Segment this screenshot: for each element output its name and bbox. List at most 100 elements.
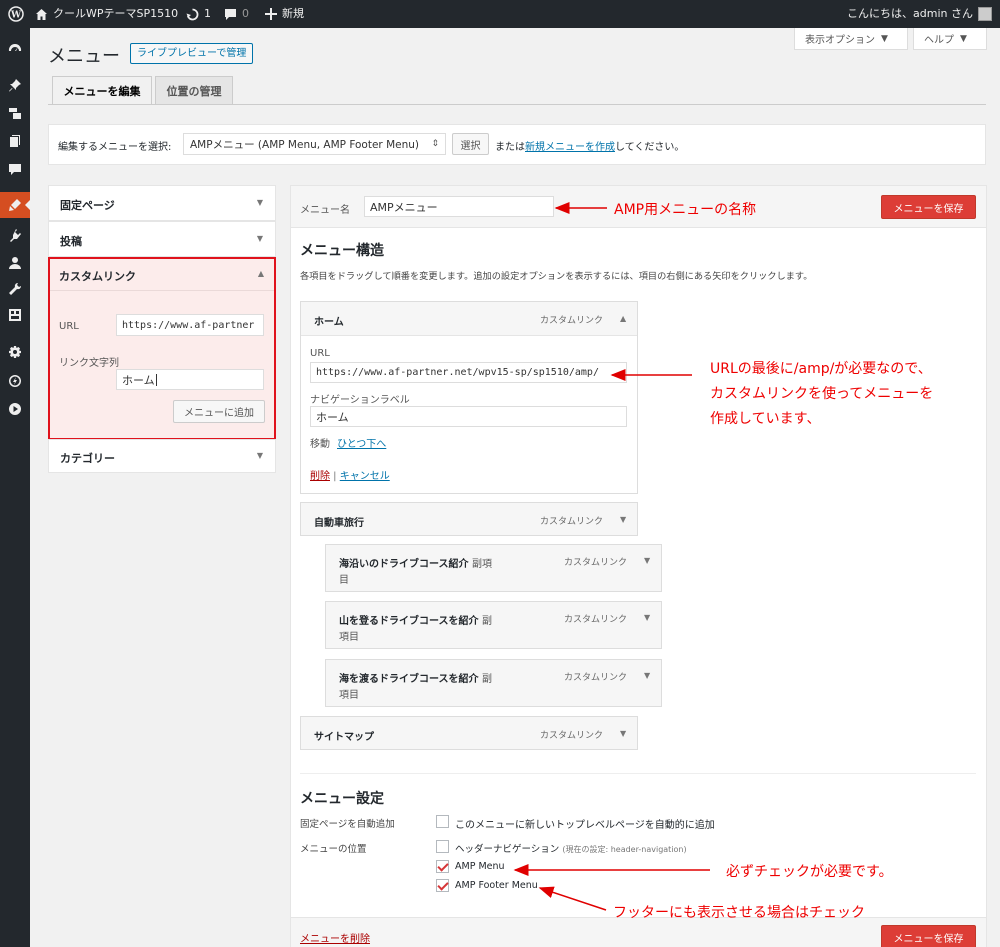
caret-down-icon[interactable]: ▼	[644, 556, 650, 565]
menu-item-title: ホーム	[314, 317, 344, 328]
add-to-menu-button[interactable]: メニューに追加	[173, 400, 265, 423]
updates-link[interactable]: 1	[186, 0, 211, 28]
new-content-link[interactable]: 新規	[265, 0, 304, 28]
select-arrows-icon: ⇕	[431, 139, 439, 149]
accordion-fixed-pages[interactable]: 固定ページ ▼	[48, 185, 276, 221]
appearance-icon[interactable]	[0, 192, 30, 218]
caret-down-icon[interactable]: ▼	[620, 729, 626, 738]
help-button[interactable]: ヘルプ ▼	[913, 28, 987, 50]
menu-item-type: カスタムリンク	[564, 615, 628, 625]
menu-item-sitemap[interactable]: サイトマップ カスタムリンク ▼	[300, 716, 638, 750]
accordion-title: 固定ページ	[60, 199, 115, 212]
tab-divider	[48, 104, 986, 105]
amp-menu-label: AMP Menu	[455, 861, 505, 872]
amp-footer-menu-label: AMP Footer Menu	[455, 880, 538, 891]
item-move-label: 移動	[310, 439, 330, 450]
comments-icon[interactable]	[0, 156, 30, 182]
menu-structure-description: 各項目をドラッグして順番を変更します。追加の設定オプションを表示するには、項目の…	[300, 271, 813, 282]
tab-edit-menus[interactable]: メニューを編集	[52, 76, 152, 104]
amp-menu-checkbox[interactable]	[436, 860, 449, 873]
live-preview-button[interactable]: ライブプレビューで管理	[130, 43, 254, 64]
sub-item-label: 項目	[339, 690, 359, 701]
header-nav-checkbox[interactable]	[436, 840, 449, 853]
menu-item-sub-bridge[interactable]: 海を渡るドライブコースを紹介 副 項目 カスタムリンク ▼	[325, 659, 662, 707]
accordion-title: 投稿	[60, 235, 82, 248]
svg-text:W: W	[10, 11, 22, 21]
custom-link-url-input[interactable]: https://www.af-partner	[116, 314, 264, 336]
save-menu-button[interactable]: メニューを保存	[881, 195, 976, 219]
auto-add-label: 固定ページを自動追加	[300, 819, 395, 830]
tab-manage-locations[interactable]: 位置の管理	[155, 76, 233, 104]
menu-name-input[interactable]: AMPメニュー	[364, 196, 554, 217]
screen-options-button[interactable]: 表示オプション ▼	[794, 28, 908, 50]
text-cursor	[155, 373, 157, 386]
url-label: URL	[59, 321, 79, 332]
accordion-title: カスタムリンク	[59, 270, 136, 283]
auto-add-text: このメニューに新しいトップレベルページを自動的に追加	[455, 820, 715, 831]
accordion-title: カテゴリー	[60, 452, 115, 465]
item-url-input[interactable]: https://www.af-partner.net/wpv15-sp/sp15…	[310, 362, 627, 383]
menu-item-handle[interactable]: ホーム カスタムリンク ▲	[301, 302, 637, 336]
accordion-categories[interactable]: カテゴリー ▼	[48, 439, 276, 473]
menu-select-value: AMPメニュー (AMP Menu, AMP Footer Menu)	[190, 138, 420, 151]
caret-down-icon[interactable]: ▼	[620, 515, 626, 524]
delete-menu-link[interactable]: メニューを削除	[300, 930, 370, 945]
menu-item-title: 海沿いのドライブコース紹介 副項	[339, 559, 492, 570]
delete-item-link[interactable]: 削除	[310, 471, 330, 482]
dashboard-icon[interactable]	[0, 36, 30, 62]
sub-item-label: 目	[339, 575, 349, 586]
menu-item-home: ホーム カスタムリンク ▲ URL https://www.af-partner…	[300, 301, 638, 494]
annotation-url-line-2: カスタムリンクを使ってメニューを	[710, 386, 934, 402]
caret-up-icon[interactable]: ▲	[620, 314, 626, 323]
pin-icon[interactable]	[0, 72, 30, 98]
amp-footer-menu-checkbox[interactable]	[436, 879, 449, 892]
users-icon[interactable]	[0, 250, 30, 276]
annotation-menu-name: AMP用メニューの名称	[614, 202, 757, 218]
menu-item-title: サイトマップ	[314, 732, 374, 743]
auto-add-checkbox[interactable]	[436, 815, 449, 828]
caret-down-icon[interactable]: ▼	[644, 613, 650, 622]
accordion-custom-links: カスタムリンク ▲ URL https://www.af-partner リンク…	[48, 257, 276, 440]
accordion-posts[interactable]: 投稿 ▼	[48, 221, 276, 257]
custom-link-text-input[interactable]: ホーム	[116, 369, 264, 390]
item-nav-label: ナビゲーションラベル	[310, 395, 410, 406]
page-title: メニュー	[48, 46, 120, 67]
media-icon[interactable]	[0, 100, 30, 126]
move-down-link[interactable]: ひとつ下へ	[337, 435, 386, 450]
select-menu-button[interactable]: 選択	[452, 133, 489, 155]
separator: |	[330, 471, 340, 482]
cancel-item-link[interactable]: キャンセル	[340, 471, 390, 482]
caret-down-icon[interactable]: ▼	[644, 671, 650, 680]
custom-settings-icon[interactable]	[0, 302, 30, 328]
menu-item-title: 自動車旅行	[314, 518, 364, 529]
help-label: ヘルプ	[924, 35, 954, 46]
plugins-icon[interactable]	[0, 222, 30, 248]
create-new-menu-link[interactable]: 新規メニューを作成	[525, 142, 615, 153]
caret-down-icon: ▼	[881, 33, 888, 44]
performance-icon[interactable]	[0, 368, 30, 394]
updates-icon	[186, 8, 199, 20]
menu-item-type: カスタムリンク	[540, 517, 604, 527]
updates-count: 1	[204, 7, 211, 20]
menu-select-dropdown[interactable]: AMPメニュー (AMP Menu, AMP Footer Menu) ⇕	[183, 133, 446, 155]
home-icon	[36, 8, 47, 20]
wordpress-logo-icon[interactable]: W	[8, 0, 24, 28]
menu-item-sub-mountain[interactable]: 山を登るドライブコースを紹介 副 項目 カスタムリンク ▼	[325, 601, 662, 649]
settings-icon[interactable]	[0, 340, 30, 366]
pages-icon[interactable]	[0, 128, 30, 154]
my-account-link[interactable]: こんにちは、admin さん	[847, 0, 992, 28]
menu-item-car-travel[interactable]: 自動車旅行 カスタムリンク ▼	[300, 502, 638, 536]
create-menu-text: または新規メニューを作成してください。	[495, 138, 684, 153]
menu-item-sub-seaside[interactable]: 海沿いのドライブコース紹介 副項 目 カスタムリンク ▼	[325, 544, 662, 592]
comments-link[interactable]: 0	[224, 0, 249, 28]
play-icon[interactable]	[0, 396, 30, 422]
accordion-header[interactable]: カスタムリンク ▲	[50, 259, 274, 291]
save-menu-bottom-button[interactable]: メニューを保存	[881, 925, 976, 947]
tools-icon[interactable]	[0, 276, 30, 302]
annotation-url-line-1: URLの最後に/amp/が必要なので、	[710, 361, 932, 377]
annotation-check-required: 必ずチェックが必要です。	[726, 864, 893, 880]
menu-position-label: メニューの位置	[300, 844, 367, 855]
site-name-link[interactable]: クールWPテーマSP1510	[35, 0, 178, 28]
item-nav-label-input[interactable]: ホーム	[310, 406, 627, 427]
menu-settings-title: メニュー設定	[300, 791, 384, 807]
